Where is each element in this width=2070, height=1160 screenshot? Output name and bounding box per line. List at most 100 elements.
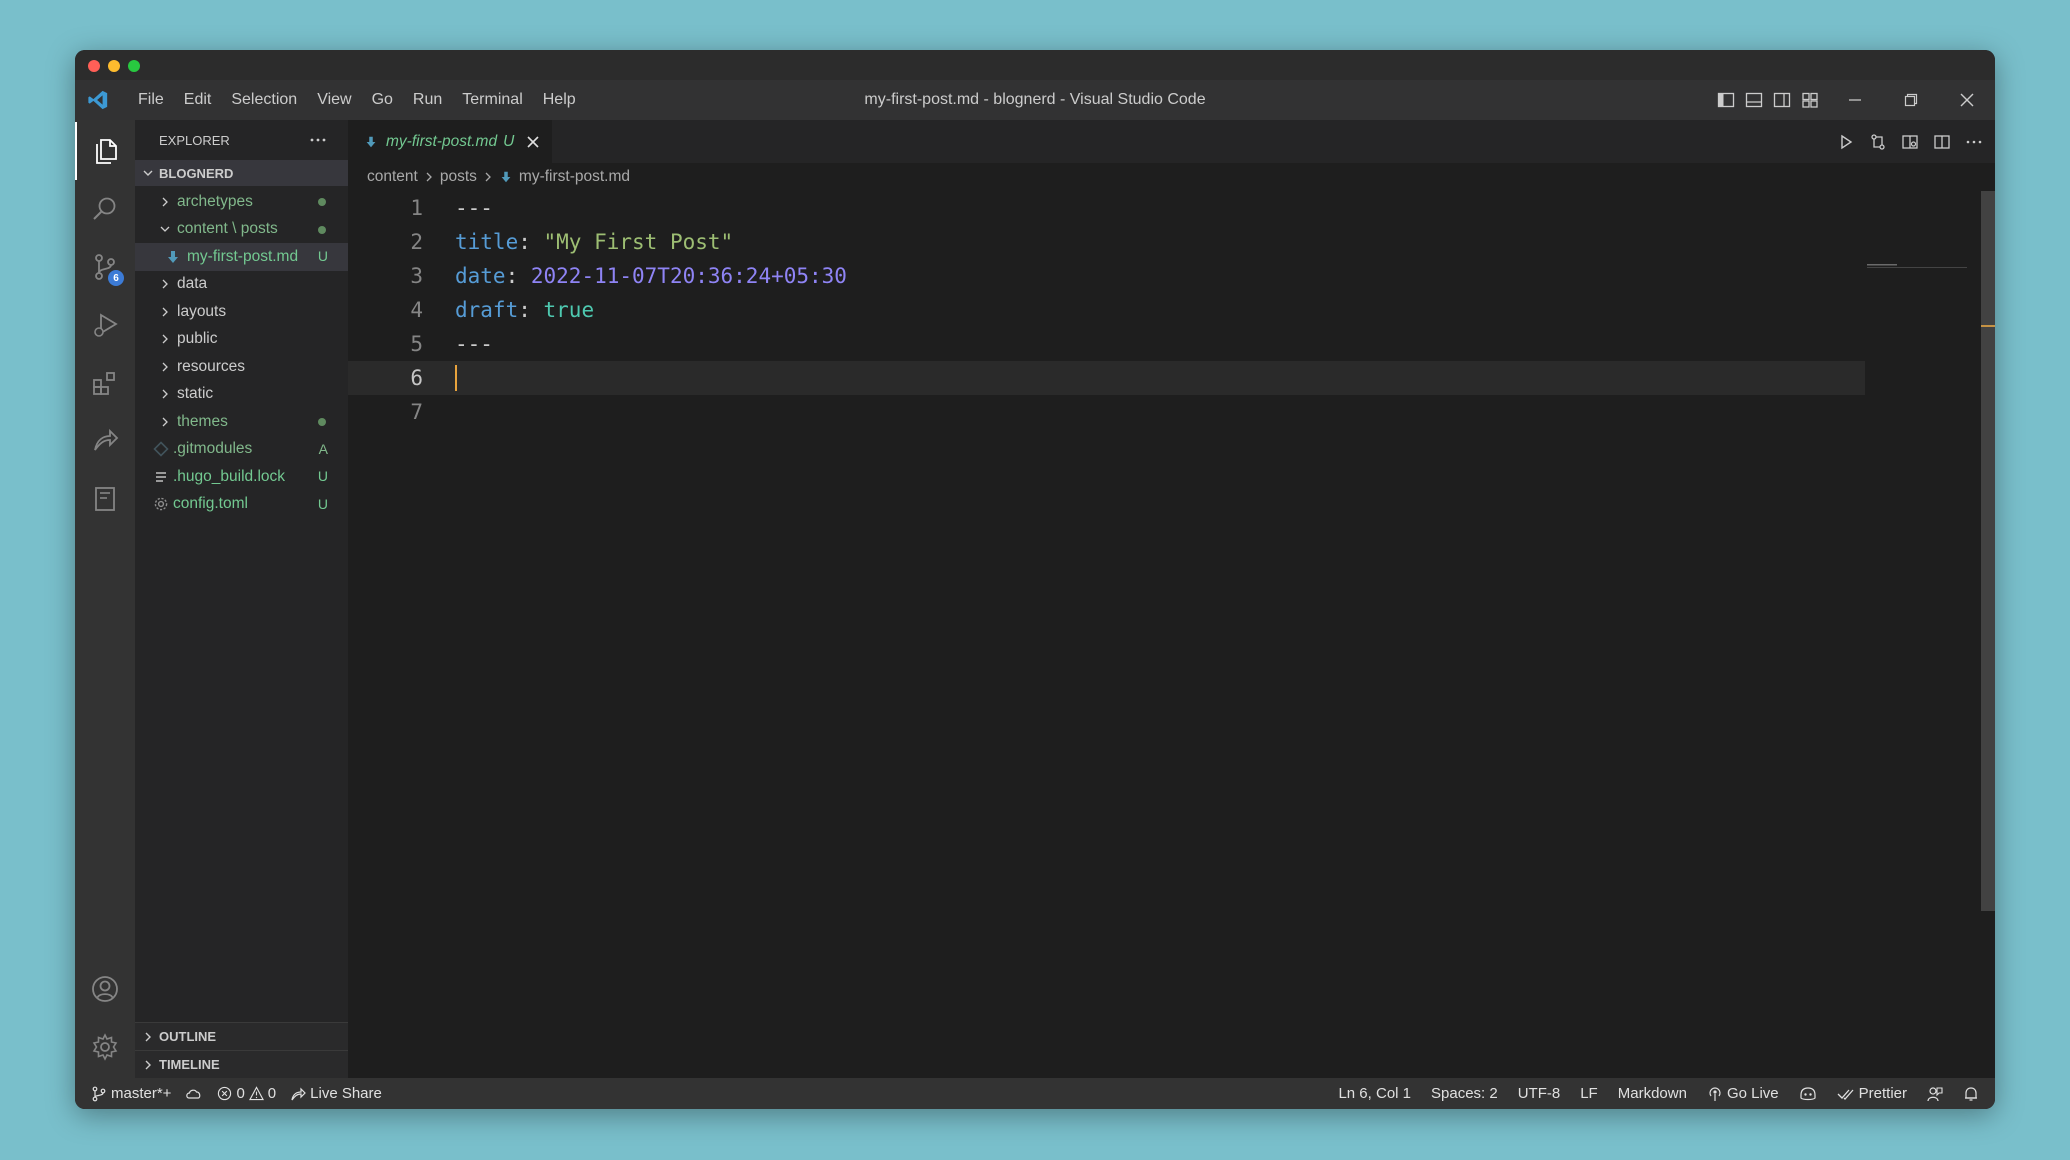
menu-edit[interactable]: Edit <box>174 80 222 120</box>
prettier-status[interactable]: Prettier <box>1837 1085 1907 1102</box>
menu-terminal[interactable]: Terminal <box>452 80 532 120</box>
activity-search[interactable] <box>75 180 135 238</box>
minimap[interactable] <box>1867 264 1977 270</box>
close-icon[interactable] <box>526 135 540 149</box>
activity-run-debug[interactable] <box>75 296 135 354</box>
problems-status[interactable]: 0 0 <box>217 1085 276 1102</box>
minimize-window-dot[interactable] <box>108 60 120 72</box>
sync-status[interactable] <box>185 1086 203 1102</box>
toggle-panel-icon[interactable] <box>1745 91 1763 109</box>
restore-button[interactable] <box>1883 80 1939 120</box>
bell-icon[interactable] <box>1963 1086 1979 1102</box>
menu-file[interactable]: File <box>128 80 174 120</box>
scrollbar-thumb[interactable] <box>1981 191 1995 911</box>
live-share-icon <box>94 428 119 451</box>
activity-source-control[interactable]: 6 <box>75 238 135 296</box>
gear-icon <box>92 1033 118 1061</box>
menu-help[interactable]: Help <box>533 80 586 120</box>
warning-icon <box>248 1086 264 1101</box>
sidebar-bottom-sections: OUTLINE TIMELINE <box>135 1022 348 1078</box>
customize-layout-icon[interactable] <box>1801 91 1819 109</box>
go-live-status[interactable]: Go Live <box>1707 1085 1779 1102</box>
close-button[interactable] <box>1939 80 1995 120</box>
tree-item-label: static <box>177 385 214 403</box>
tree-item-resources[interactable]: resources <box>135 353 348 381</box>
outline-section-header[interactable]: OUTLINE <box>135 1022 348 1050</box>
remote-explorer-icon <box>95 487 115 511</box>
split-editor-icon[interactable] <box>1933 133 1951 151</box>
breadcrumb-item[interactable]: posts <box>440 168 477 186</box>
yaml-colon: : <box>518 230 544 254</box>
tree-item-archetypes[interactable]: archetypes <box>135 188 348 216</box>
tree-item-label: config.toml <box>173 495 248 513</box>
yaml-boolean-value: true <box>543 298 595 322</box>
zoom-window-dot[interactable] <box>128 60 140 72</box>
workspace-folder-header[interactable]: BLOGNERD <box>135 160 348 186</box>
tree-item-static[interactable]: static <box>135 381 348 409</box>
chevron-down-icon <box>143 170 153 176</box>
menu-selection[interactable]: Selection <box>221 80 307 120</box>
breadcrumb-item[interactable]: my-first-post.md <box>519 168 630 186</box>
tree-item-my-first-post[interactable]: my-first-post.md U <box>135 243 348 271</box>
text-file-icon <box>156 472 166 482</box>
end-of-line[interactable]: LF <box>1580 1085 1598 1102</box>
more-actions-icon[interactable] <box>1965 133 1983 151</box>
vertical-scrollbar[interactable] <box>1981 191 1995 1078</box>
tree-item-content-posts[interactable]: content \ posts <box>135 216 348 244</box>
tree-item-label: archetypes <box>177 192 253 210</box>
file-encoding[interactable]: UTF-8 <box>1518 1085 1561 1102</box>
toggle-primary-sidebar-icon[interactable] <box>1717 91 1735 109</box>
cursor-position[interactable]: Ln 6, Col 1 <box>1338 1085 1411 1102</box>
menu-run[interactable]: Run <box>403 80 452 120</box>
live-share-status[interactable]: Live Share <box>290 1085 382 1102</box>
yaml-string-value: "My First Post" <box>543 230 734 254</box>
language-mode[interactable]: Markdown <box>1618 1085 1687 1102</box>
breadcrumb-item[interactable]: content <box>367 168 418 186</box>
account-icon <box>92 976 118 1002</box>
tree-item-layouts[interactable]: layouts <box>135 298 348 326</box>
tree-item-data[interactable]: data <box>135 271 348 299</box>
code-line: 5 --- <box>348 327 1865 361</box>
activity-manage[interactable] <box>75 1018 135 1076</box>
tree-item-label: .hugo_build.lock <box>173 467 286 485</box>
activity-explorer[interactable] <box>75 122 135 180</box>
markdown-file-icon <box>168 250 178 263</box>
frontmatter-delimiter: --- <box>455 332 493 356</box>
activity-live-share[interactable] <box>75 412 135 470</box>
tree-item-label: resources <box>177 357 246 375</box>
tree-item-gitmodules[interactable]: .gitmodules A <box>135 436 348 464</box>
chevron-right-icon <box>162 389 168 399</box>
tree-item-themes[interactable]: themes <box>135 408 348 436</box>
line-content: --- <box>455 191 493 225</box>
markdown-file-icon <box>501 171 511 183</box>
activity-extensions[interactable] <box>75 354 135 412</box>
tree-item-public[interactable]: public <box>135 326 348 354</box>
toggle-secondary-sidebar-icon[interactable] <box>1773 91 1791 109</box>
cursor-position-marker <box>1981 325 1995 327</box>
activity-accounts[interactable] <box>75 960 135 1018</box>
branch-status[interactable]: master*+ <box>91 1085 171 1102</box>
timeline-section-header[interactable]: TIMELINE <box>135 1050 348 1078</box>
tree-item-label: .gitmodules <box>173 440 253 458</box>
indentation[interactable]: Spaces: 2 <box>1431 1085 1498 1102</box>
feedback-icon[interactable] <box>1927 1086 1943 1102</box>
menu-view[interactable]: View <box>307 80 361 120</box>
open-preview-icon[interactable] <box>1901 133 1919 151</box>
chevron-right-icon <box>162 334 168 344</box>
tree-item-config-toml[interactable]: config.toml U <box>135 491 348 519</box>
title-bar: File Edit Selection View Go Run Terminal… <box>75 80 1995 120</box>
tab-my-first-post[interactable]: my-first-post.md U <box>348 120 552 163</box>
activity-bar: 6 <box>75 120 135 1078</box>
minimize-button[interactable] <box>1827 80 1883 120</box>
activity-remote-explorer[interactable] <box>75 470 135 528</box>
run-icon[interactable] <box>1837 133 1855 151</box>
tab-bar: my-first-post.md U <box>348 120 1995 163</box>
menu-go[interactable]: Go <box>362 80 403 120</box>
code-editor[interactable]: 1 --- 2 title: "My First Post" 3 date: 2… <box>348 191 1995 1078</box>
copilot-icon[interactable] <box>1799 1086 1817 1102</box>
workspace-folder-name: BLOGNERD <box>159 165 234 181</box>
tree-item-hugo-build-lock[interactable]: .hugo_build.lock U <box>135 463 348 491</box>
close-window-dot[interactable] <box>88 60 100 72</box>
open-changes-icon[interactable] <box>1869 133 1887 151</box>
more-actions-icon[interactable] <box>308 130 328 150</box>
